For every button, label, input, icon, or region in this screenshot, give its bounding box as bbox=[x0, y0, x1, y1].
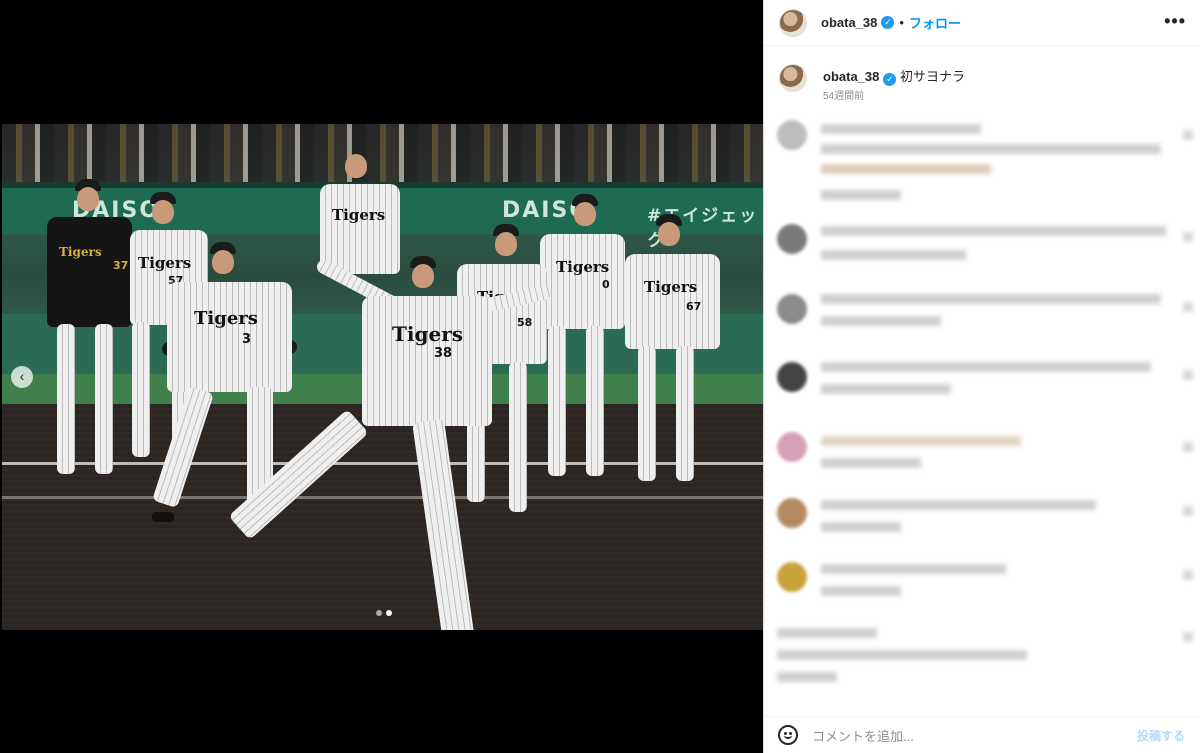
comment-input[interactable]: コメントを追加... bbox=[812, 726, 1137, 745]
caption-avatar[interactable] bbox=[779, 64, 807, 92]
media-pane: DAISO DAISO #エイジェック Tigers 37 Tigers 57 … bbox=[0, 0, 763, 753]
follow-button[interactable]: フォロー bbox=[909, 13, 961, 32]
author-username[interactable]: obata_38 bbox=[821, 15, 877, 30]
comment-item bbox=[764, 118, 1200, 216]
photo-chalk-line-2 bbox=[2, 496, 763, 499]
post-side-pane: obata_38 ✓ • フォロー ••• obata_38 ✓ 初サヨナラ 54… bbox=[763, 0, 1200, 753]
carousel-dot-2-active bbox=[386, 610, 392, 616]
carousel-dot-1 bbox=[376, 610, 382, 616]
caption-text: 初サヨナラ bbox=[900, 69, 966, 84]
comment-item bbox=[764, 356, 1200, 426]
header-separator: • bbox=[899, 15, 904, 30]
comment-composer: コメントを追加... 投稿する bbox=[764, 716, 1200, 753]
emoji-icon[interactable] bbox=[778, 725, 798, 745]
comment-item bbox=[764, 496, 1200, 558]
verified-badge-icon: ✓ bbox=[881, 16, 895, 29]
photo-crowd bbox=[2, 124, 763, 182]
comment-item bbox=[764, 426, 1200, 496]
author-avatar[interactable] bbox=[779, 8, 807, 37]
caption-line: obata_38 ✓ 初サヨナラ bbox=[823, 66, 965, 86]
caption-timestamp: 54週間前 bbox=[823, 91, 865, 102]
comment-item bbox=[764, 558, 1200, 620]
carousel-prev-button[interactable]: ‹ bbox=[11, 366, 33, 388]
post-comment-button[interactable]: 投稿する bbox=[1137, 727, 1185, 744]
caption-username[interactable]: obata_38 bbox=[823, 69, 879, 84]
instagram-post-modal: DAISO DAISO #エイジェック Tigers 37 Tigers 57 … bbox=[0, 0, 1200, 753]
comment-item bbox=[764, 286, 1200, 356]
comments-list-blurred bbox=[764, 118, 1200, 700]
carousel-indicator bbox=[376, 610, 392, 616]
post-photo: DAISO DAISO #エイジェック Tigers 37 Tigers 57 … bbox=[2, 124, 763, 630]
comment-item bbox=[764, 620, 1200, 700]
comment-item bbox=[764, 216, 1200, 286]
more-options-icon[interactable]: ••• bbox=[1164, 11, 1186, 32]
post-header: obata_38 ✓ • フォロー ••• bbox=[764, 0, 1200, 46]
verified-badge-icon: ✓ bbox=[883, 73, 897, 86]
chevron-left-icon: ‹ bbox=[19, 368, 25, 384]
